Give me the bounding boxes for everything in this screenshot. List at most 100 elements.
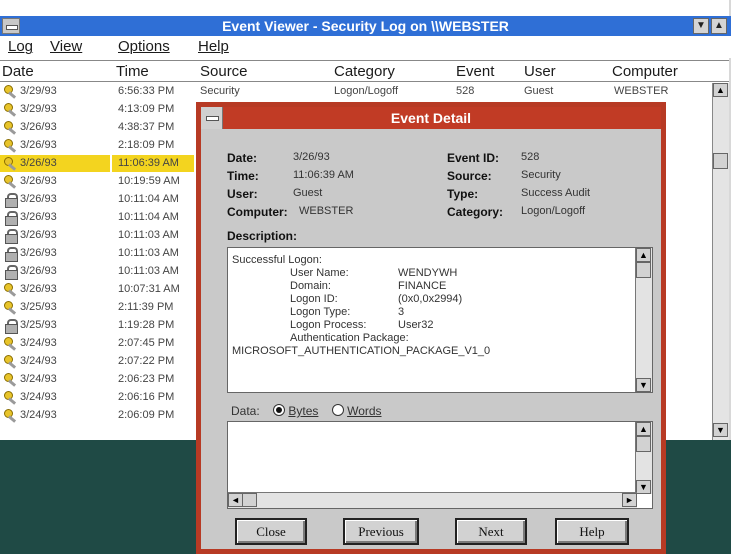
time-cell: 2:06:23 PM — [118, 373, 175, 385]
time-cell: 10:11:03 AM — [118, 265, 179, 277]
title-bar: Event Viewer - Security Log on \\WEBSTER… — [0, 16, 731, 36]
time-cell: 4:38:37 PM — [118, 121, 175, 133]
scroll-thumb[interactable] — [242, 493, 257, 507]
scroll-down-icon[interactable]: ▼ — [636, 480, 651, 494]
date-text: 3/25/93 — [20, 319, 57, 331]
dialog-system-menu-icon[interactable] — [201, 107, 223, 129]
time-value: 11:06:39 AM — [293, 169, 354, 181]
data-scrollbar-vertical[interactable]: ▲ ▼ — [635, 422, 652, 494]
time-cell: 10:11:04 AM — [118, 211, 179, 223]
menu-view[interactable]: View — [50, 38, 82, 55]
time-cell: 1:19:28 PM — [118, 319, 175, 331]
column-time[interactable]: Time — [116, 63, 149, 80]
time-cell: 11:06:39 AM — [112, 155, 194, 172]
window-title: Event Viewer - Security Log on \\WEBSTER — [222, 18, 509, 34]
scroll-right-icon[interactable]: ► — [622, 493, 637, 507]
date-text: 3/26/93 — [20, 265, 57, 277]
description-label: Description: — [227, 229, 298, 243]
lock-icon — [4, 211, 18, 226]
description-box[interactable]: Successful Logon: User Name: Domain: Log… — [227, 247, 653, 393]
date-text: 3/29/93 — [20, 85, 57, 97]
row-category: Logon/Logoff — [334, 85, 399, 97]
key-icon — [4, 175, 17, 188]
menu-log[interactable]: Log — [8, 38, 33, 55]
scroll-up-icon[interactable]: ▲ — [713, 83, 728, 97]
date-cell: 3/26/93 — [0, 263, 110, 280]
source-label: Source: — [447, 169, 492, 183]
description-line: Logon Type: — [290, 306, 351, 318]
column-header: Date Time Source Category Event User Com… — [0, 60, 729, 82]
column-date[interactable]: Date — [2, 63, 34, 80]
maximize-icon[interactable]: ▲ — [711, 18, 727, 34]
menu-help[interactable]: Help — [198, 38, 229, 55]
key-icon — [4, 337, 17, 350]
column-event[interactable]: Event — [456, 63, 494, 80]
next-button[interactable]: Next — [455, 518, 527, 545]
key-icon — [4, 355, 17, 368]
time-label: Time: — [227, 169, 259, 183]
time-cell: 2:07:45 PM — [118, 337, 175, 349]
scroll-left-icon[interactable]: ◄ — [228, 493, 243, 507]
system-menu-icon[interactable] — [2, 18, 20, 34]
date-text: 3/26/93 — [20, 121, 57, 133]
row-source: Security — [200, 85, 240, 97]
time-cell: 10:07:31 AM — [118, 283, 180, 295]
bytes-radio[interactable] — [273, 404, 286, 416]
previous-button[interactable]: Previous — [343, 518, 419, 545]
column-category[interactable]: Category — [334, 63, 395, 80]
time-cell: 2:18:09 PM — [118, 139, 175, 151]
date-text: 3/26/93 — [20, 139, 57, 151]
row-user: Guest — [524, 85, 554, 97]
source-value: Security — [521, 169, 561, 181]
key-icon — [4, 373, 17, 386]
scroll-thumb[interactable] — [713, 153, 728, 169]
date-text: 3/26/93 — [20, 229, 57, 241]
list-scrollbar[interactable]: ▲ ▼ — [712, 83, 729, 440]
date-cell: 3/26/93 — [0, 227, 110, 244]
minimize-icon[interactable]: ▼ — [693, 18, 709, 34]
data-scrollbar-horizontal[interactable]: ◄ ► — [228, 492, 637, 508]
column-computer[interactable]: Computer — [612, 63, 678, 80]
dialog-title-bar: Event Detail — [201, 107, 661, 129]
event-detail-dialog: Event Detail Date: 3/26/93 Time: 11:06:3… — [196, 102, 666, 554]
time-cell: 6:56:33 PM — [118, 85, 175, 97]
scroll-up-icon[interactable]: ▲ — [636, 248, 651, 262]
key-icon — [4, 283, 17, 296]
type-label: Type: — [447, 187, 479, 201]
bytes-label[interactable]: Bytes — [288, 404, 318, 418]
scroll-up-icon[interactable]: ▲ — [636, 422, 651, 436]
description-line: Domain: — [290, 280, 331, 292]
close-button[interactable]: Close — [235, 518, 307, 545]
words-radio[interactable] — [331, 404, 344, 416]
date-cell: 3/25/93 — [0, 299, 110, 316]
scroll-down-icon[interactable]: ▼ — [713, 423, 728, 437]
date-text: 3/24/93 — [20, 355, 57, 367]
description-line: MICROSOFT_AUTHENTICATION_PACKAGE_V1_0 — [232, 345, 491, 357]
column-source[interactable]: Source — [200, 63, 248, 80]
help-button[interactable]: Help — [555, 518, 629, 545]
description-line: Logon ID: — [290, 293, 338, 305]
key-icon — [4, 85, 17, 98]
date-cell: 3/24/93 — [0, 371, 110, 388]
lock-icon — [4, 319, 18, 334]
key-icon — [4, 103, 17, 116]
time-cell: 10:11:03 AM — [118, 229, 179, 241]
column-user[interactable]: User — [524, 63, 556, 80]
category-value: Logon/Logoff — [521, 205, 586, 217]
event-id-value: 528 — [521, 151, 540, 163]
menu-options[interactable]: Options — [118, 38, 170, 55]
menu-bar: Log View Options Help — [0, 36, 731, 58]
date-text: 3/26/93 — [20, 157, 57, 169]
description-scrollbar[interactable]: ▲ ▼ — [635, 248, 652, 392]
computer-label: Computer: — [227, 205, 288, 219]
event-id-label: Event ID: — [447, 151, 500, 165]
scroll-thumb[interactable] — [636, 262, 651, 278]
words-label[interactable]: Words — [347, 404, 381, 418]
key-icon — [4, 157, 17, 170]
date-text: 3/24/93 — [20, 409, 57, 421]
data-box[interactable]: ▲ ▼ ◄ ► — [227, 421, 653, 509]
scroll-thumb[interactable] — [636, 436, 651, 452]
key-icon — [4, 121, 17, 134]
scroll-down-icon[interactable]: ▼ — [636, 378, 651, 392]
time-cell: 10:11:04 AM — [118, 193, 179, 205]
